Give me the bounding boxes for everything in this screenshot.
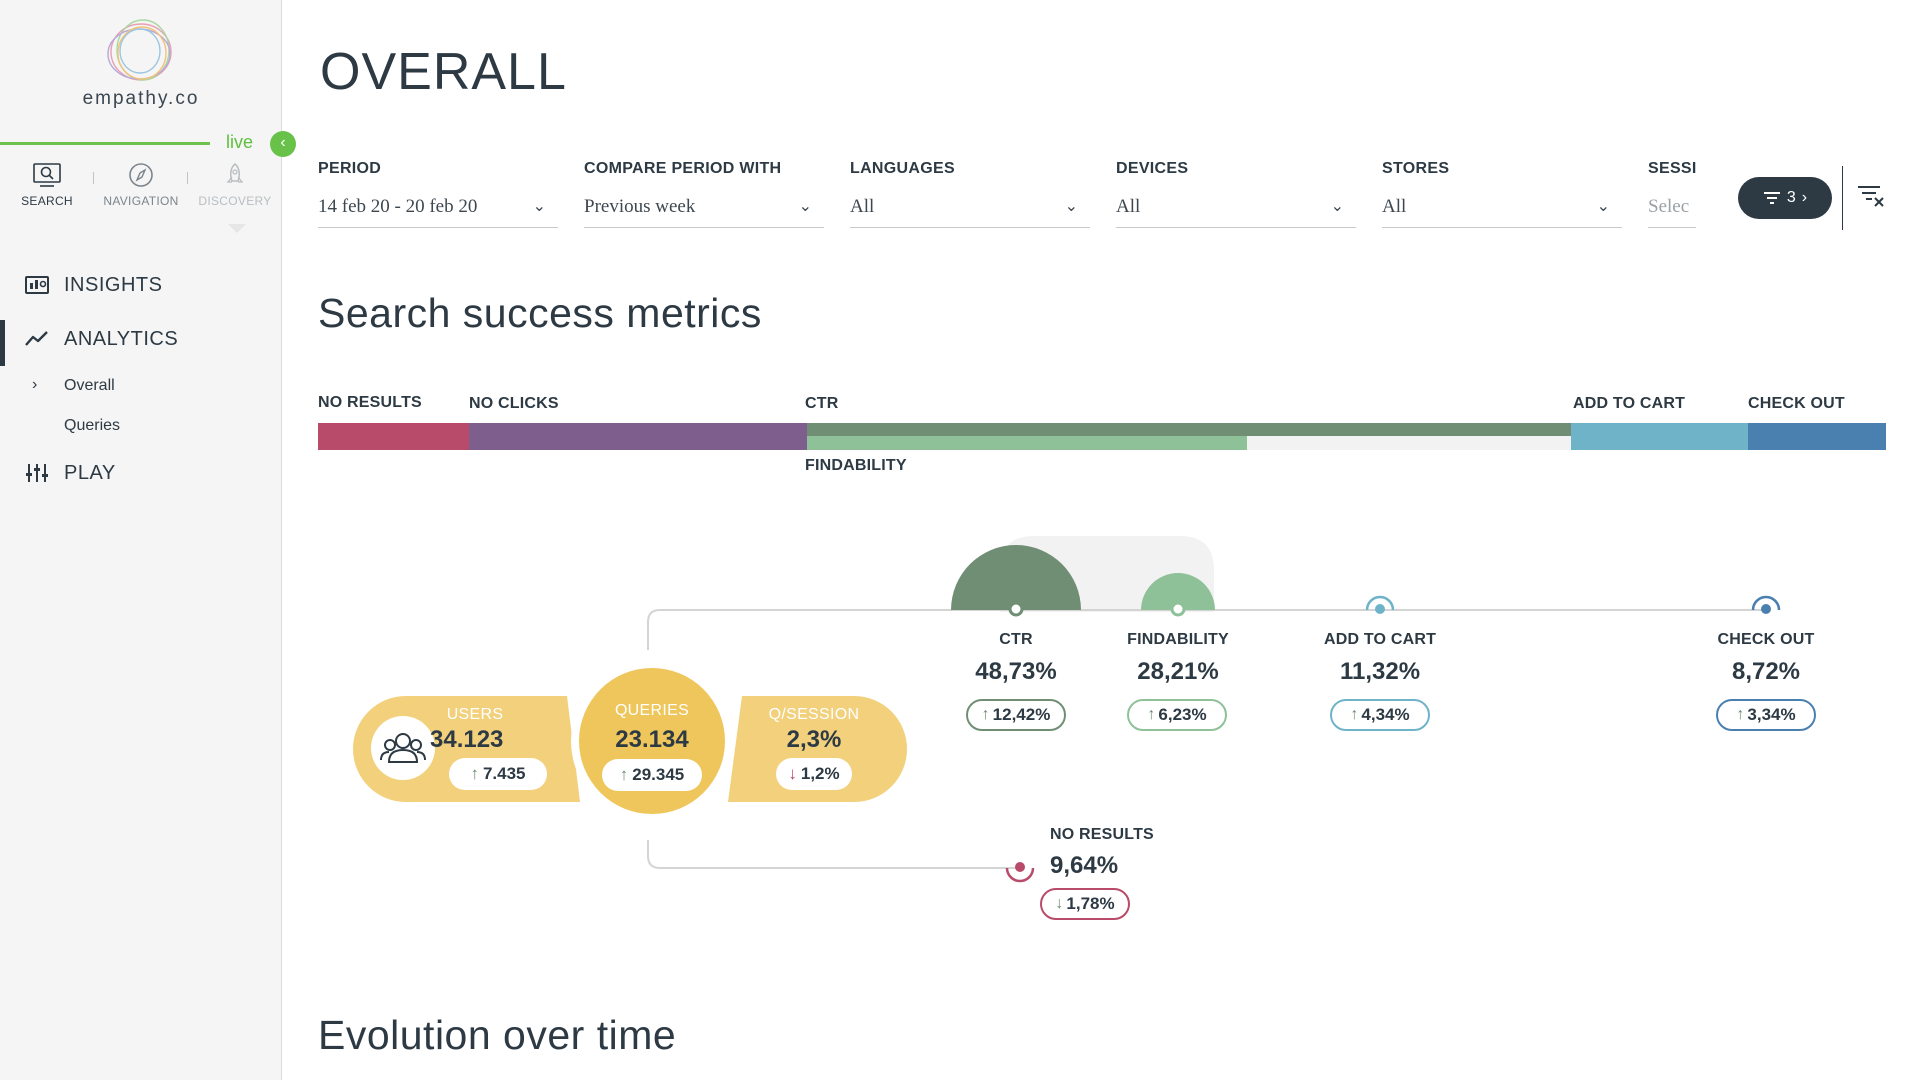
connector-bottom [647, 840, 1018, 869]
ctr-label: CTR [999, 631, 1033, 648]
ctr-node [1008, 601, 1024, 617]
no-results-delta: ↓ 1,78% [1040, 888, 1130, 920]
no-results-label: NO RESULTS [1050, 826, 1154, 843]
add-to-cart-label: ADD TO CART [1323, 631, 1437, 648]
add-to-cart-delta-value: 4,34% [1361, 705, 1410, 724]
findability-delta: ↑ 6,23% [1127, 699, 1227, 731]
ctr-delta: ↑ 12,42% [966, 699, 1066, 731]
add-to-cart-value: 11,32% [1339, 658, 1421, 685]
check-out-delta-value: 3,34% [1747, 705, 1796, 724]
findability-node [1170, 601, 1186, 617]
arrow-up-icon: ↑ [619, 765, 629, 784]
queries-label: QUERIES [614, 702, 690, 719]
ctr-value: 48,73% [975, 658, 1057, 685]
findability-label: FINDABILITY [1127, 631, 1229, 648]
findability-delta-value: 6,23% [1158, 705, 1207, 724]
users-delta: ↑ 7.435 [449, 758, 547, 790]
add-to-cart-node[interactable] [1375, 604, 1385, 614]
arrow-up-icon: ↑ [470, 764, 479, 783]
arrow-up-icon: ↑ [1147, 706, 1156, 723]
qsession-value: 2,3% [786, 726, 842, 753]
users-label: USERS [446, 706, 504, 723]
arrow-up-icon: ↑ [1736, 706, 1745, 723]
ctr-delta-value: 12,42% [992, 705, 1051, 724]
no-results-node[interactable] [1015, 862, 1025, 872]
queries-delta: ↑ 29.345 [602, 759, 702, 791]
qsession-delta: ↓ 1,2% [776, 758, 852, 790]
no-results-value: 9,64% [1050, 852, 1119, 879]
arrow-down-icon: ↓ [788, 764, 797, 783]
check-out-label: CHECK OUT [1717, 631, 1815, 648]
section-title-evolution: Evolution over time [318, 1012, 677, 1058]
check-out-value: 8,72% [1731, 658, 1801, 685]
queries-delta-value: 29.345 [632, 765, 685, 784]
arrow-down-icon: ↓ [1055, 895, 1064, 912]
no-results-delta-value: 1,78% [1066, 894, 1115, 913]
add-to-cart-delta: ↑ 4,34% [1330, 699, 1430, 731]
qsession-delta-value: 1,2% [800, 764, 840, 783]
queries-value: 23.134 [615, 726, 689, 753]
findability-value: 28,21% [1137, 658, 1219, 685]
qsession-label: Q/SESSION [768, 706, 860, 723]
check-out-node[interactable] [1761, 604, 1771, 614]
funnel-diagram [353, 536, 1781, 883]
check-out-delta: ↑ 3,34% [1716, 699, 1816, 731]
users-value: 34.123 [430, 726, 504, 753]
arrow-up-icon: ↑ [1350, 706, 1359, 723]
users-delta-value: 7.435 [482, 764, 526, 783]
arrow-up-icon: ↑ [981, 706, 990, 723]
